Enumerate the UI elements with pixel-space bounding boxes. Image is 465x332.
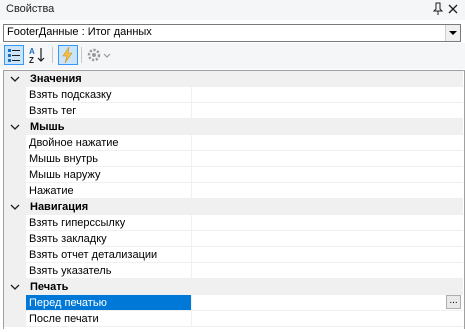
category-print[interactable]: Печать — [4, 279, 463, 295]
categorized-view-button[interactable] — [4, 45, 24, 65]
chevron-down-icon[interactable] — [10, 119, 20, 135]
property-row[interactable]: Мышь наружу — [4, 167, 463, 183]
row-gutter — [4, 103, 26, 119]
row-gutter — [4, 231, 26, 247]
ellipsis-button[interactable]: ... — [446, 295, 461, 309]
category-mouse[interactable]: Мышь — [4, 119, 463, 135]
toolbar-separator — [81, 47, 82, 63]
property-name: Перед печатью — [29, 297, 107, 309]
property-name-cell[interactable]: Взять гиперссылку — [26, 215, 192, 231]
settings-button[interactable] — [85, 45, 113, 65]
property-name: Взять подсказку — [29, 89, 112, 101]
alphabetical-sort-button[interactable]: A Z — [27, 45, 47, 65]
property-name-cell[interactable]: Взять указатель — [26, 263, 192, 279]
chevron-down-icon[interactable] — [445, 25, 460, 41]
property-name-cell[interactable]: Взять закладку — [26, 231, 192, 247]
property-row[interactable]: Взять отчет детализации — [4, 247, 463, 263]
row-gutter — [4, 183, 26, 199]
property-name: Взять тег — [29, 105, 77, 117]
property-value-cell[interactable] — [192, 215, 463, 231]
row-gutter — [4, 311, 26, 327]
property-row-selected[interactable]: Перед печатью ... — [4, 295, 463, 311]
category-label: Мышь — [30, 121, 65, 133]
property-name-cell[interactable]: Перед печатью — [26, 295, 192, 311]
property-name: Взять закладку — [29, 233, 107, 245]
property-row[interactable]: Нажатие — [4, 183, 463, 199]
property-row[interactable]: После печати — [4, 311, 463, 327]
property-row[interactable]: Двойное нажатие — [4, 135, 463, 151]
property-row[interactable]: Мышь внутрь — [4, 151, 463, 167]
category-label: Навигация — [30, 201, 89, 213]
property-value-cell[interactable] — [192, 247, 463, 263]
property-name: Взять гиперссылку — [29, 217, 126, 229]
property-name-cell[interactable]: Нажатие — [26, 183, 192, 199]
property-value-cell[interactable] — [192, 231, 463, 247]
property-name-cell[interactable]: Взять отчет детализации — [26, 247, 192, 263]
category-values[interactable]: Значения — [4, 71, 463, 87]
property-row[interactable]: Взять указатель — [4, 263, 463, 279]
property-value-cell[interactable] — [192, 103, 463, 119]
property-row[interactable]: Взять закладку — [4, 231, 463, 247]
row-gutter — [4, 263, 26, 279]
property-name: Взять указатель — [29, 265, 112, 277]
property-name: Мышь наружу — [29, 169, 101, 181]
property-value-cell[interactable]: ... — [192, 295, 463, 311]
category-label: Значения — [30, 73, 82, 85]
property-name-cell[interactable]: Мышь наружу — [26, 167, 192, 183]
property-value-cell[interactable] — [192, 167, 463, 183]
property-name-cell[interactable]: После печати — [26, 311, 192, 327]
property-value-cell[interactable] — [192, 135, 463, 151]
property-value-cell[interactable] — [192, 183, 463, 199]
property-row[interactable]: Взять гиперссылку — [4, 215, 463, 231]
categorized-icon — [8, 49, 20, 62]
events-icon — [62, 46, 73, 64]
property-name-cell[interactable]: Двойное нажатие — [26, 135, 192, 151]
category-label: Печать — [30, 281, 69, 293]
svg-text:A: A — [29, 47, 35, 56]
chevron-down-icon[interactable] — [10, 71, 20, 87]
row-gutter — [4, 295, 26, 311]
property-row[interactable]: Взять подсказку — [4, 87, 463, 103]
property-row[interactable]: Взять тег — [4, 103, 463, 119]
property-name: Нажатие — [29, 185, 74, 197]
object-selector[interactable]: FooterДанные : Итог данных — [3, 24, 461, 42]
property-value-cell[interactable] — [192, 263, 463, 279]
property-name: Двойное нажатие — [29, 137, 119, 149]
window-titlebar: Свойства — [0, 0, 465, 20]
toolbar-separator — [52, 47, 53, 63]
object-selector-value: FooterДанные : Итог данных — [7, 26, 152, 38]
row-gutter — [4, 167, 26, 183]
chevron-down-icon[interactable] — [10, 279, 20, 295]
row-gutter — [4, 215, 26, 231]
pin-icon[interactable] — [432, 2, 444, 16]
property-name-cell[interactable]: Взять тег — [26, 103, 192, 119]
row-gutter — [4, 247, 26, 263]
events-view-button[interactable] — [58, 45, 78, 65]
property-name-cell[interactable]: Взять подсказку — [26, 87, 192, 103]
category-navigation[interactable]: Навигация — [4, 199, 463, 215]
property-name: Взять отчет детализации — [29, 249, 158, 261]
properties-toolbar: A Z — [0, 43, 465, 69]
chevron-down-icon[interactable] — [10, 199, 20, 215]
row-gutter — [4, 151, 26, 167]
property-value-cell[interactable] — [192, 311, 463, 327]
property-value-cell[interactable] — [192, 87, 463, 103]
settings-icon — [87, 48, 111, 62]
property-value-cell[interactable] — [192, 151, 463, 167]
svg-text:Z: Z — [29, 56, 34, 65]
row-gutter — [4, 87, 26, 103]
row-gutter — [4, 135, 26, 151]
property-name-cell[interactable]: Мышь внутрь — [26, 151, 192, 167]
window-title: Свойства — [6, 3, 55, 15]
alphabetical-icon: A Z — [29, 47, 45, 65]
property-name: После печати — [29, 313, 99, 325]
property-grid: Значения Взять подсказку Взять тег Мышь … — [3, 70, 465, 329]
property-name: Мышь внутрь — [29, 153, 98, 165]
close-icon[interactable] — [447, 2, 459, 16]
